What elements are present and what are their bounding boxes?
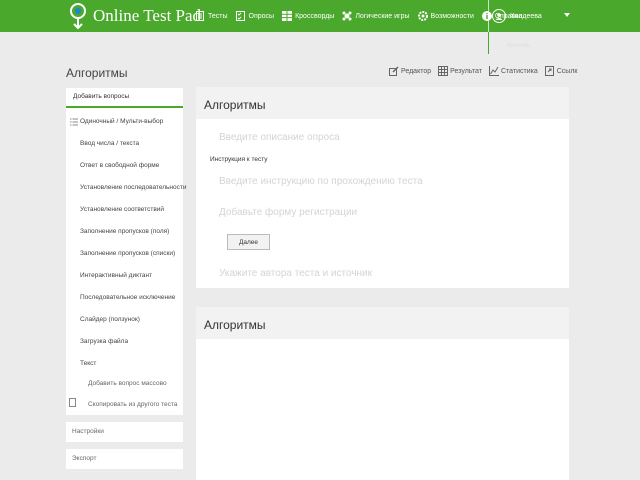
sidebar-item-number-text-input[interactable]: Ввод числа / текста [80,140,139,147]
nav-surveys[interactable]: Опросы [236,11,275,21]
export-section[interactable]: Экспорт [66,449,183,469]
copy-from-test-link[interactable]: Скопировать из другого теста [88,401,177,408]
nav-tests-label: Тесты [208,12,228,20]
top-bar: Online Test Pad Тесты Опросы Кроссворды … [0,0,640,32]
sidebar-item-single-multi-choice[interactable]: Одиночный / Мульти-выбор [80,118,163,125]
nav-logic-games[interactable]: Логические игры [342,11,410,21]
user-menu[interactable]: Холдеева [488,0,584,32]
puzzle-icon [342,11,352,21]
nav-crosswords-label: Кроссворды [295,12,335,20]
author-source-input[interactable]: Укажите автора теста и источник [219,268,372,279]
sidebar-item-sequential-exclusion[interactable]: Последовательное исключение [80,294,175,301]
grid-icon [282,11,293,21]
sidebar-item-sequence[interactable]: Установление последовательности [80,184,186,191]
intro-card: Алгоритмы Введите описание опроса Инстру… [196,87,569,288]
sidebar-item-dictation[interactable]: Интерактивный диктант [80,272,152,279]
tool-statistics[interactable]: Статистика [488,66,538,76]
sidebar-item-gaps-fields[interactable]: Заполнение пропусков (поля) [80,228,169,235]
main-nav: Тесты Опросы Кроссворды Логические игры … [195,0,530,32]
sidebar-tab-add-questions[interactable]: Добавить вопросы [66,88,183,108]
tool-editor[interactable]: Редактор [389,66,431,76]
tool-results-label: Результат [450,67,482,75]
chevron-down-icon[interactable] [564,13,570,17]
nav-logic-games-label: Логические игры [355,12,410,20]
nav-features[interactable]: Возможности [417,11,474,21]
instruction-input[interactable]: Введите инструкцию по прохождению теста [219,176,423,187]
logo-icon[interactable] [66,2,90,30]
user-avatar-icon [492,9,506,23]
nav-crosswords[interactable]: Кроссворды [282,11,334,21]
sidebar-item-slider[interactable]: Слайдер (ползунок) [80,316,140,323]
page-title: Алгоритмы [66,66,128,80]
list-icon [70,118,78,126]
user-name: Холдеева [510,12,542,20]
nav-surveys-label: Опросы [248,12,275,20]
document-icon [69,398,76,407]
toolbar: Редактор Результат Статистика Ссылк [389,66,584,76]
sidebar-item-free-form[interactable]: Ответ в свободной форме [80,162,159,169]
mass-add-question-link[interactable]: Добавить вопрос массово [88,380,167,387]
tool-statistics-label: Статистика [500,67,538,75]
question-card: Алгоритмы [196,307,569,480]
sidebar-item-text[interactable]: Текст [80,360,96,367]
sidebar-item-matching[interactable]: Установление соответствий [80,206,164,213]
grid-icon [438,66,449,76]
sidebar-item-file-upload[interactable]: Загрузка файла [80,338,128,345]
gear-icon [417,11,428,21]
next-button[interactable]: Далее [227,234,270,250]
intro-card-title[interactable]: Алгоритмы [196,87,569,119]
nav-features-label: Возможности [430,12,474,20]
settings-section[interactable]: Настройки [66,422,183,442]
tool-links-label: Ссылк [556,67,578,75]
brand-name[interactable]: Online Test Pad [93,6,201,26]
edit-icon [389,66,399,76]
tool-editor-label: Редактор [401,67,432,75]
tool-results[interactable]: Результат [438,66,482,76]
document-icon [195,11,205,21]
instruction-label: Инструкция к тесту [210,156,268,163]
link-icon [544,66,555,76]
question-card-title[interactable]: Алгоритмы [196,307,569,339]
chart-icon [488,66,499,76]
registration-form-link[interactable]: Добавьте форму регистрации [219,207,357,218]
sidebar-item-gaps-lists[interactable]: Заполнение пропусков (списки) [80,250,175,257]
description-input[interactable]: Введите описание опроса [219,132,340,143]
user-console-link[interactable]: Консоль [488,32,584,54]
nav-tests[interactable]: Тесты [195,11,228,21]
sidebar-question-types: Добавить вопросы Одиночный / Мульти-выбо… [66,88,186,415]
tool-links[interactable]: Ссылк [544,66,578,76]
list-icon [236,11,246,21]
